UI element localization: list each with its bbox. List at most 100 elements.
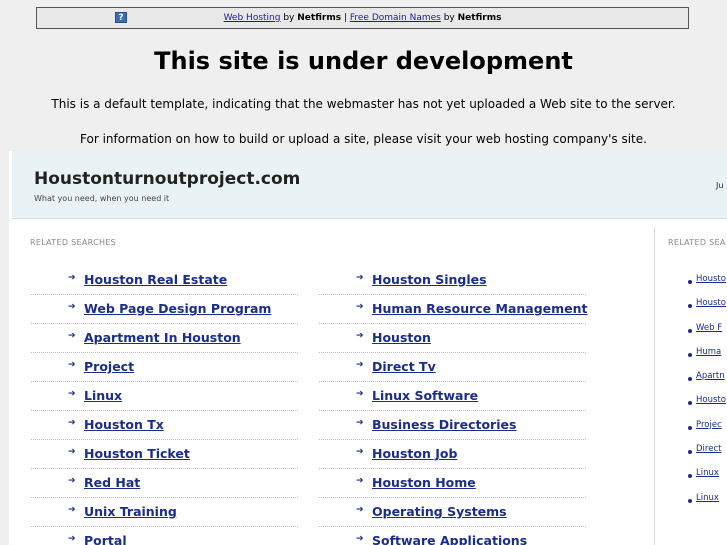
- arrow-icon: ➔: [68, 476, 76, 486]
- by-text-2: by: [443, 13, 455, 23]
- related-search-link[interactable]: Direct Tv: [372, 359, 436, 374]
- related-link-row: ➔ Portal: [31, 527, 298, 545]
- related-search-link[interactable]: Linux: [84, 388, 122, 403]
- arrow-icon: ➔: [356, 505, 364, 515]
- arrow-icon: ➔: [356, 447, 364, 457]
- related-links-column-left: ➔ Houston Real Estate ➔ Web Page Design Pro…: [31, 266, 298, 545]
- free-domain-names-link[interactable]: Free Domain Names: [350, 13, 441, 23]
- related-link-row: ➔ Apartment In Houston: [31, 324, 298, 353]
- bullet-icon: [688, 425, 692, 430]
- related-link-row: ➔ Web Page Design Program: [31, 295, 298, 324]
- related-link-row: ➔ Houston Job: [319, 440, 586, 469]
- sidebar-search-link[interactable]: Linux: [696, 493, 719, 503]
- parked-header: Houstonturnoutproject.com What you need,…: [12, 151, 727, 219]
- arrow-icon: ➔: [68, 418, 76, 428]
- sidebar-search-link[interactable]: Linux: [696, 468, 719, 478]
- header-truncated-text: Ju: [716, 181, 724, 190]
- bullet-icon: [688, 280, 692, 284]
- related-search-link[interactable]: Houston Real Estate: [84, 272, 227, 287]
- arrow-icon: ➔: [68, 331, 76, 341]
- arrow-icon: ➔: [68, 302, 76, 312]
- arrow-icon: ➔: [356, 360, 364, 370]
- bullet-icon: [688, 352, 692, 357]
- help-icon[interactable]: ?: [115, 12, 127, 23]
- related-search-link[interactable]: Portal: [84, 533, 127, 545]
- related-link-row: ➔ Houston: [319, 324, 586, 353]
- sidebar-search-link[interactable]: Projec: [696, 420, 722, 430]
- bullet-icon: [688, 474, 692, 479]
- sidebar-search-link[interactable]: Housto: [696, 395, 726, 405]
- related-search-link[interactable]: Business Directories: [372, 417, 516, 432]
- related-link-row: ➔ Houston Tx: [31, 411, 298, 440]
- related-search-link[interactable]: Red Hat: [84, 475, 140, 490]
- sidebar-search-link[interactable]: Housto: [696, 298, 726, 308]
- related-search-link[interactable]: Software Applications: [372, 533, 527, 545]
- related-link-row: ➔ Operating Systems: [319, 498, 586, 527]
- bullet-icon: [688, 304, 692, 309]
- page-title: This site is under development: [154, 47, 573, 75]
- arrow-icon: ➔: [68, 505, 76, 515]
- related-link-row: ➔ Houston Home: [319, 469, 586, 498]
- sidebar-search-link[interactable]: Apartn: [696, 371, 725, 381]
- related-links-column-right: ➔ Houston Singles ➔ Human Resource Manageme…: [319, 266, 588, 545]
- related-search-link[interactable]: Houston Home: [372, 475, 476, 490]
- domain-tagline: What you need, when you need it: [34, 194, 170, 203]
- hosting-info-note: For information on how to build or uploa…: [80, 132, 647, 146]
- related-link-row: ➔ Software Applications: [319, 527, 586, 545]
- separator: |: [343, 13, 347, 23]
- related-search-link[interactable]: Project: [84, 359, 134, 374]
- arrow-icon: ➔: [68, 447, 76, 457]
- related-search-link[interactable]: Web Page Design Program: [84, 301, 271, 316]
- related-link-row: ➔ Linux Software: [319, 382, 586, 411]
- related-search-link[interactable]: Operating Systems: [372, 504, 507, 519]
- related-link-row: ➔ Houston Real Estate: [31, 266, 298, 295]
- bullet-icon: [688, 377, 692, 382]
- arrow-icon: ➔: [356, 389, 364, 399]
- related-search-link[interactable]: Houston: [372, 330, 431, 345]
- by-text-1: by: [283, 13, 295, 23]
- bullet-icon: [688, 328, 692, 333]
- column-divider: [654, 227, 655, 545]
- arrow-icon: ➔: [356, 534, 364, 544]
- related-link-row: ➔ Linux: [31, 382, 298, 411]
- arrow-icon: ➔: [68, 389, 76, 399]
- web-hosting-link[interactable]: Web Hosting: [224, 13, 281, 23]
- domain-title: Houstonturnoutproject.com: [34, 169, 301, 189]
- related-link-row: ➔ Business Directories: [319, 411, 586, 440]
- netfirms-brand-2: Netfirms: [457, 13, 502, 23]
- arrow-icon: ➔: [68, 360, 76, 370]
- sidebar-search-link[interactable]: Direct: [696, 444, 721, 454]
- related-search-link[interactable]: Linux Software: [372, 388, 478, 403]
- related-search-link[interactable]: Houston Job: [372, 446, 457, 461]
- arrow-icon: ➔: [356, 418, 364, 428]
- related-search-link[interactable]: Houston Ticket: [84, 446, 190, 461]
- bullet-icon: [688, 401, 692, 406]
- related-link-row: ➔ Houston Singles: [319, 266, 586, 295]
- related-search-link[interactable]: Human Resource Management: [372, 301, 588, 316]
- related-link-row: ➔ Direct Tv: [319, 353, 586, 382]
- netfirms-brand-1: Netfirms: [297, 13, 342, 23]
- related-link-row: ➔ Houston Ticket: [31, 440, 298, 469]
- sidebar-search-link[interactable]: Housto: [696, 274, 726, 284]
- arrow-icon: ➔: [356, 476, 364, 486]
- related-link-row: ➔ Project: [31, 353, 298, 382]
- bullet-icon: [688, 450, 692, 455]
- arrow-icon: ➔: [356, 302, 364, 312]
- related-searches-label: RELATED SEARCHES: [30, 238, 117, 247]
- related-search-link[interactable]: Houston Tx: [84, 417, 164, 432]
- related-search-link[interactable]: Apartment In Houston: [84, 330, 241, 345]
- related-link-row: ➔ Unix Training: [31, 498, 298, 527]
- related-searches-label-right: RELATED SEA: [668, 238, 726, 247]
- related-search-link[interactable]: Unix Training: [84, 504, 177, 519]
- default-template-note: This is a default template, indicating t…: [51, 97, 676, 111]
- sidebar-search-link[interactable]: Web F: [696, 323, 722, 333]
- parked-domain-frame: Houstonturnoutproject.com What you need,…: [9, 151, 727, 545]
- related-search-link[interactable]: Houston Singles: [372, 272, 487, 287]
- related-link-row: ➔ Red Hat: [31, 469, 298, 498]
- hosting-banner: ? Web Hosting by Netfirms | Free Domain …: [36, 7, 689, 29]
- bullet-icon: [688, 498, 692, 503]
- sidebar-search-link[interactable]: Huma: [696, 347, 721, 357]
- arrow-icon: ➔: [68, 273, 76, 283]
- related-link-row: ➔ Human Resource Management: [319, 295, 588, 324]
- arrow-icon: ➔: [356, 331, 364, 341]
